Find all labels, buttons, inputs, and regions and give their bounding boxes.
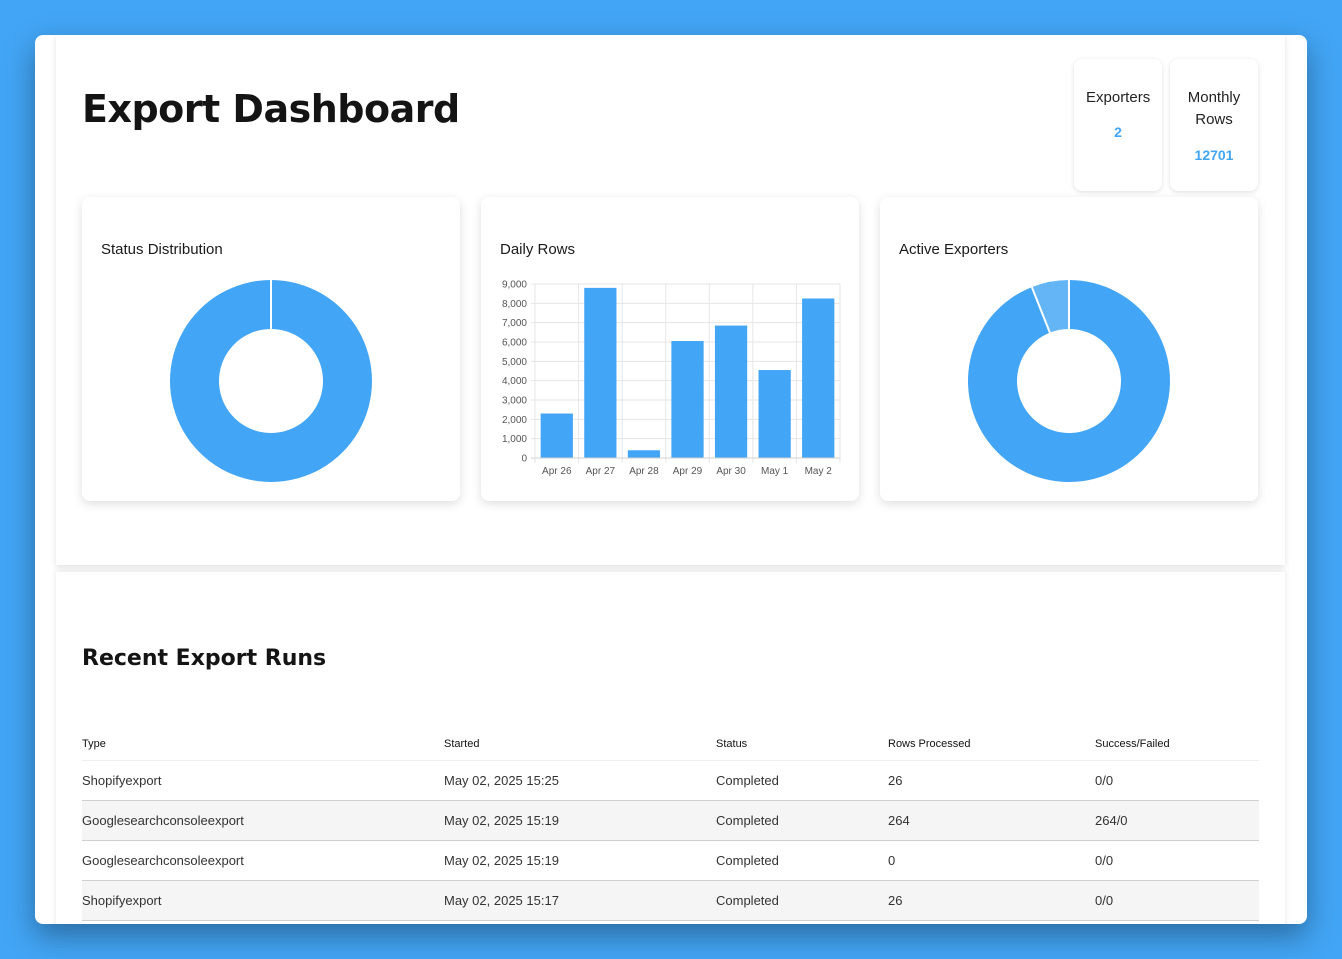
- recent-runs-title: Recent Export Runs: [82, 646, 327, 671]
- table-row[interactable]: Googlesearchconsoleexport May 02, 2025 1…: [82, 800, 1259, 841]
- table-row[interactable]: Shopifyexport May 02, 2025 15:17 Complet…: [82, 880, 1259, 921]
- card-daily-rows: Daily Rows 0 1,000 2,000 3,000 4,000 5,000 6,0…: [481, 197, 859, 501]
- column-header-success-failed[interactable]: Success/Failed: [1095, 728, 1259, 761]
- cell-success-failed: 264/0: [1095, 800, 1259, 841]
- recent-runs-table: Type Started Status Rows Processed Succe…: [82, 728, 1259, 921]
- y-tick-label: 9,000: [502, 280, 527, 291]
- table-row[interactable]: Googlesearchconsoleexport May 02, 2025 1…: [82, 840, 1259, 881]
- cell-type: Googlesearchconsoleexport: [82, 840, 444, 881]
- table-header-row: Type Started Status Rows Processed Succe…: [82, 728, 1259, 761]
- status-distribution-chart[interactable]: [82, 197, 460, 501]
- y-tick-label: 1,000: [502, 434, 527, 445]
- cell-rows-processed: 264: [888, 800, 1095, 841]
- y-tick-label: 8,000: [502, 299, 527, 310]
- cell-success-failed: 0/0: [1095, 840, 1259, 881]
- cell-type: Shopifyexport: [82, 760, 444, 801]
- cell-type: Googlesearchconsoleexport: [82, 800, 444, 841]
- cell-success-failed: 0/0: [1095, 760, 1259, 801]
- y-tick-label: 5,000: [502, 357, 527, 368]
- cell-rows-processed: 26: [888, 760, 1095, 801]
- cell-started: May 02, 2025 15:19: [444, 800, 716, 841]
- cell-success-failed: 0/0: [1095, 880, 1259, 921]
- page-title: Export Dashboard: [82, 87, 460, 131]
- y-tick-label: 7,000: [502, 318, 527, 329]
- cell-started: May 02, 2025 15:25: [444, 760, 716, 801]
- bar-may-1[interactable]: [758, 370, 791, 458]
- column-header-started[interactable]: Started: [444, 728, 716, 761]
- stat-value-exporters: 2: [1114, 124, 1122, 140]
- y-tick-label: 2,000: [502, 415, 527, 426]
- stat-card-monthly-rows: Monthly Rows 12701: [1170, 59, 1258, 191]
- bar-apr-29[interactable]: [671, 341, 704, 458]
- cell-rows-processed: 26: [888, 880, 1095, 921]
- x-tick-label: May 1: [761, 466, 789, 477]
- stat-card-exporters: Exporters 2: [1074, 59, 1162, 191]
- dashboard-window: Export Dashboard Exporters 2 Monthly Row…: [35, 35, 1307, 924]
- stat-label-monthly-rows-line2: Rows: [1195, 111, 1233, 128]
- column-header-type[interactable]: Type: [82, 728, 444, 761]
- y-tick-label: 6,000: [502, 338, 527, 349]
- bar-apr-26[interactable]: [540, 413, 573, 458]
- table-row[interactable]: Shopifyexport May 02, 2025 15:25 Complet…: [82, 760, 1259, 801]
- column-header-rows-processed[interactable]: Rows Processed: [888, 728, 1095, 761]
- active-exporters-chart[interactable]: [880, 197, 1258, 501]
- cell-started: May 02, 2025 15:17: [444, 880, 716, 921]
- y-tick-label: 0: [521, 454, 527, 465]
- card-status-distribution: Status Distribution: [82, 197, 460, 501]
- bar-apr-28[interactable]: [627, 450, 661, 458]
- card-active-exporters: Active Exporters: [880, 197, 1258, 501]
- y-tick-label: 3,000: [502, 396, 527, 407]
- bar-may-2[interactable]: [802, 298, 835, 459]
- x-tick-label: Apr 28: [629, 466, 659, 477]
- cell-rows-processed: 0: [888, 840, 1095, 881]
- x-tick-label: Apr 27: [586, 466, 616, 477]
- stat-label-monthly-rows-line1: Monthly: [1187, 89, 1241, 106]
- cell-type: Shopifyexport: [82, 880, 444, 921]
- cell-status: Completed: [716, 800, 888, 841]
- stat-value-monthly-rows: 12701: [1194, 147, 1234, 163]
- bar-apr-27[interactable]: [584, 287, 617, 458]
- daily-rows-chart[interactable]: 0 1,000 2,000 3,000 4,000 5,000 6,000 7,000 8,00…: [481, 197, 859, 501]
- x-tick-label: Apr 30: [716, 466, 746, 477]
- cell-status: Completed: [716, 840, 888, 881]
- stat-label-exporters: Exporters: [1086, 89, 1151, 106]
- cell-status: Completed: [716, 880, 888, 921]
- column-header-status[interactable]: Status: [716, 728, 888, 761]
- cell-started: May 02, 2025 15:19: [444, 840, 716, 881]
- cell-status: Completed: [716, 760, 888, 801]
- x-tick-label: May 2: [805, 466, 833, 477]
- x-tick-label: Apr 26: [542, 466, 572, 477]
- x-tick-label: Apr 29: [673, 466, 703, 477]
- y-tick-label: 4,000: [502, 376, 527, 387]
- bar-apr-30[interactable]: [714, 325, 748, 458]
